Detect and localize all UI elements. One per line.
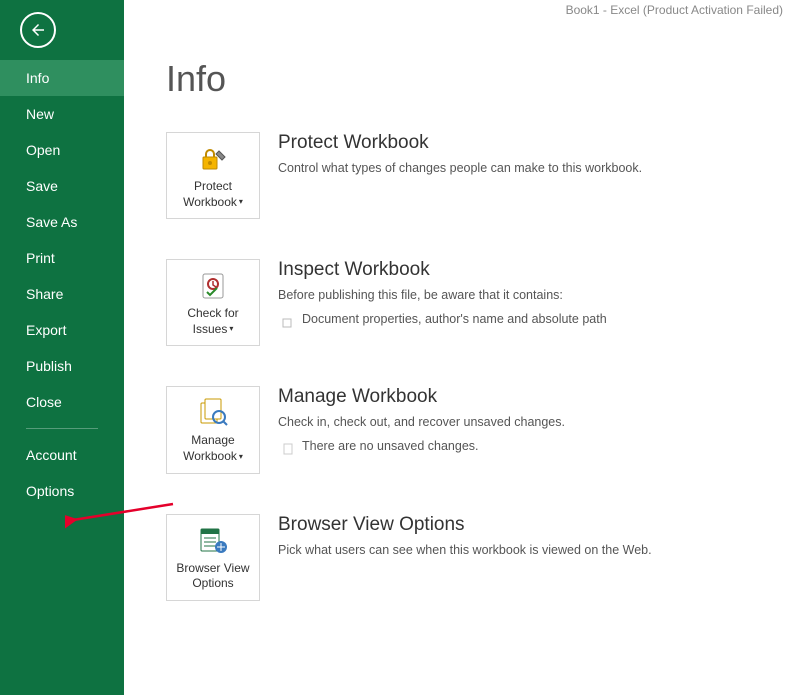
square-bullet-icon	[282, 314, 292, 324]
nav-item-export[interactable]: Export	[0, 312, 124, 348]
manage-icon	[197, 397, 229, 429]
nav-item-save-as[interactable]: Save As	[0, 204, 124, 240]
content-area: Info ProtectWorkbook▾ Protect Workbook C…	[124, 0, 788, 601]
protect-sub: Control what types of changes people can…	[278, 158, 788, 178]
document-dim-icon	[282, 441, 292, 451]
browser-button-label: Browser ViewOptions	[176, 561, 249, 592]
inspect-title: Inspect Workbook	[278, 259, 788, 281]
manage-bullet: There are no unsaved changes.	[302, 436, 479, 456]
protect-workbook-button[interactable]: ProtectWorkbook▾	[166, 132, 260, 219]
section-browser-view: Browser ViewOptions Browser View Options…	[166, 514, 788, 601]
page-title: Info	[166, 58, 788, 100]
browser-view-options-button[interactable]: Browser ViewOptions	[166, 514, 260, 601]
nav-item-open[interactable]: Open	[0, 132, 124, 168]
nav-primary: Info New Open Save Save As Print Share E…	[0, 60, 124, 509]
manage-button-label: ManageWorkbook▾	[183, 433, 243, 464]
protect-title: Protect Workbook	[278, 132, 788, 154]
browser-title: Browser View Options	[278, 514, 788, 536]
browser-sub: Pick what users can see when this workbo…	[278, 540, 788, 560]
nav-item-save[interactable]: Save	[0, 168, 124, 204]
nav-item-options[interactable]: Options	[0, 473, 124, 509]
section-protect: ProtectWorkbook▾ Protect Workbook Contro…	[166, 132, 788, 219]
inspect-icon	[197, 270, 229, 302]
nav-separator	[26, 428, 98, 429]
manage-workbook-button[interactable]: ManageWorkbook▾	[166, 386, 260, 473]
arrow-left-icon	[29, 21, 47, 39]
sidebar: Info New Open Save Save As Print Share E…	[0, 0, 124, 695]
nav-item-close[interactable]: Close	[0, 384, 124, 420]
chevron-down-icon: ▾	[229, 324, 233, 334]
check-for-issues-button[interactable]: Check forIssues▾	[166, 259, 260, 346]
manage-sub: Check in, check out, and recover unsaved…	[278, 412, 788, 432]
section-manage: ManageWorkbook▾ Manage Workbook Check in…	[166, 386, 788, 473]
section-inspect: Check forIssues▾ Inspect Workbook Before…	[166, 259, 788, 346]
back-button[interactable]	[20, 12, 56, 48]
inspect-button-label: Check forIssues▾	[187, 306, 238, 337]
browser-view-icon	[197, 525, 229, 557]
protect-button-label: ProtectWorkbook▾	[183, 179, 243, 210]
nav-item-new[interactable]: New	[0, 96, 124, 132]
inspect-bullet: Document properties, author's name and a…	[302, 309, 607, 329]
nav-item-share[interactable]: Share	[0, 276, 124, 312]
nav-item-print[interactable]: Print	[0, 240, 124, 276]
chevron-down-icon: ▾	[239, 197, 243, 207]
nav-item-account[interactable]: Account	[0, 437, 124, 473]
nav-item-info[interactable]: Info	[0, 60, 124, 96]
nav-item-publish[interactable]: Publish	[0, 348, 124, 384]
manage-title: Manage Workbook	[278, 386, 788, 408]
chevron-down-icon: ▾	[239, 452, 243, 462]
inspect-sub: Before publishing this file, be aware th…	[278, 285, 788, 305]
lock-key-icon	[197, 143, 229, 175]
